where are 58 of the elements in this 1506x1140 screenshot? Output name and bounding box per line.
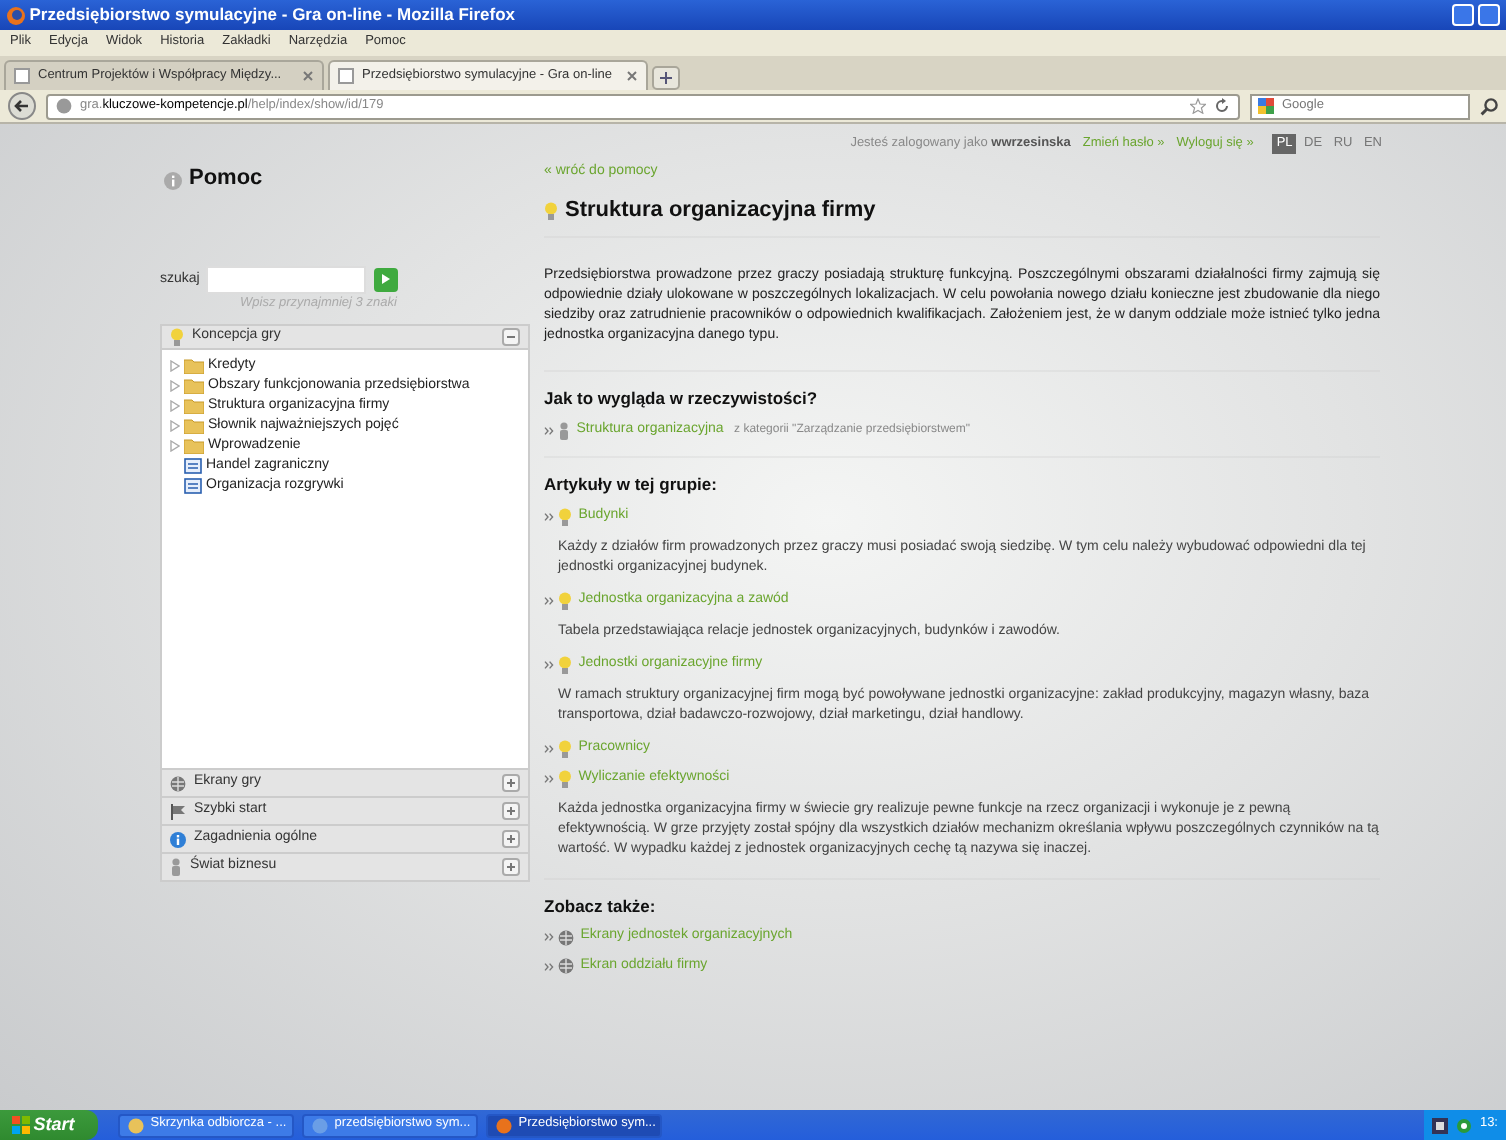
- expand-icon[interactable]: [502, 802, 520, 820]
- search-button[interactable]: [373, 267, 398, 292]
- section-heading: Artykuły w tej grupie:: [544, 474, 719, 496]
- expander-icon[interactable]: [170, 380, 180, 392]
- bulb-icon: [544, 202, 558, 220]
- double-chevron-icon: [544, 511, 554, 522]
- collapse-icon[interactable]: [502, 328, 520, 346]
- bulb-icon: [557, 769, 572, 788]
- close-icon: [302, 70, 314, 82]
- search-field[interactable]: [206, 265, 367, 294]
- figure-icon: [170, 858, 182, 876]
- google-icon: [1258, 98, 1276, 114]
- bulb-icon: [557, 507, 572, 526]
- app-icon: [312, 1117, 329, 1133]
- figure-icon: [557, 422, 570, 440]
- firefox-icon: [6, 5, 26, 25]
- document-icon: [184, 478, 202, 494]
- expander-icon[interactable]: [170, 360, 180, 372]
- play-icon: [381, 274, 390, 285]
- star-icon: [1190, 98, 1206, 114]
- article-title: Struktura organizacyjna firmy: [565, 197, 876, 225]
- double-chevron-icon: [544, 932, 554, 943]
- bulb-icon: [557, 591, 572, 610]
- reload-icon: [1214, 98, 1230, 114]
- page-heading: Pomoc: [189, 166, 263, 194]
- windows-logo-icon: [12, 1116, 30, 1134]
- section-heading: Jak to wygląda w rzeczywistości?: [544, 388, 820, 410]
- info-icon: [164, 171, 182, 189]
- maximize-button[interactable]: [1478, 4, 1500, 26]
- back-icon: [8, 92, 36, 120]
- info-icon: [170, 831, 186, 847]
- document-icon: [184, 458, 202, 474]
- expand-icon[interactable]: [502, 774, 520, 792]
- close-icon: [626, 70, 638, 82]
- search-icon: [1480, 97, 1498, 115]
- app-icon: [496, 1117, 513, 1133]
- minimize-button[interactable]: [1452, 4, 1475, 26]
- page-icon: [338, 68, 354, 84]
- section-heading: Zobacz także:: [544, 895, 658, 917]
- double-chevron-icon: [544, 773, 554, 784]
- expand-icon[interactable]: [502, 830, 520, 848]
- double-chevron-icon: [544, 743, 554, 754]
- expander-icon[interactable]: [170, 420, 180, 432]
- expand-icon[interactable]: [502, 858, 520, 876]
- double-chevron-icon: [544, 426, 554, 436]
- expander-icon[interactable]: [170, 400, 180, 412]
- bulb-icon: [557, 739, 572, 758]
- page-icon: [14, 68, 30, 84]
- app-icon: [128, 1117, 145, 1133]
- start-button[interactable]: Start: [0, 1110, 99, 1140]
- window-title: Przedsiębiorstwo symulacyjne - Gra on-line - Mozilla Firefox: [29, 4, 516, 26]
- expander-icon[interactable]: [170, 440, 180, 452]
- double-chevron-icon: [544, 595, 554, 606]
- double-chevron-icon: [544, 961, 554, 972]
- bulb-icon: [557, 655, 572, 674]
- double-chevron-icon: [544, 659, 554, 670]
- bulb-icon: [170, 328, 184, 346]
- flag-icon: [170, 803, 186, 819]
